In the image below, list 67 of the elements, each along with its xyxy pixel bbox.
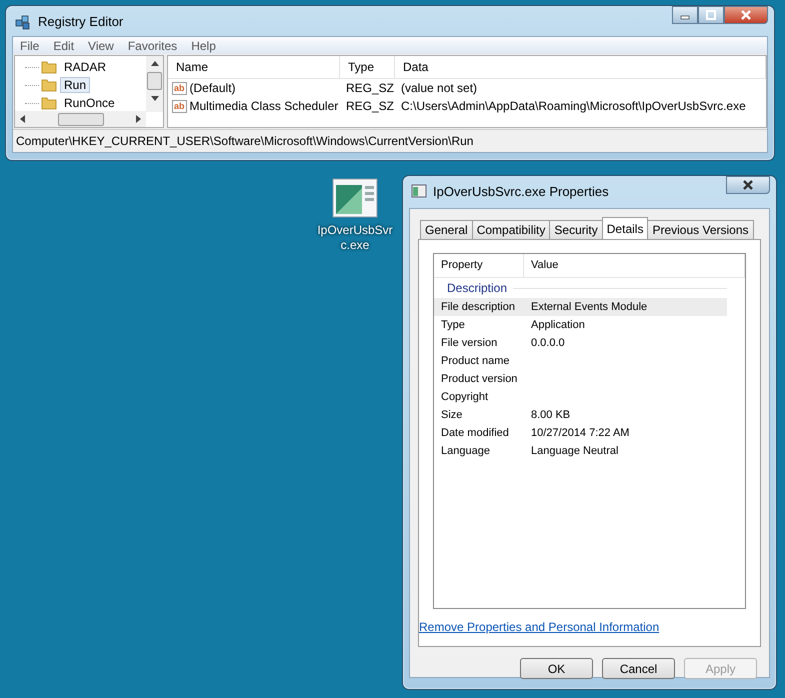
menu-item[interactable]: View xyxy=(81,38,121,52)
group-header: Description xyxy=(447,281,508,295)
tree-item[interactable]: Run xyxy=(60,77,90,93)
property-name: Type xyxy=(440,319,466,331)
table-cell-text: (value not set) xyxy=(400,81,478,95)
folder-icon xyxy=(41,60,57,74)
horizontal-scrollbar[interactable] xyxy=(15,111,146,127)
vertical-scrollbar[interactable] xyxy=(146,56,163,112)
column-header[interactable]: Value xyxy=(524,254,745,277)
application-window-icon[interactable] xyxy=(332,178,378,218)
string-value-icon: ab xyxy=(172,100,187,112)
window-title: Registry Editor xyxy=(38,14,124,28)
property-value: 0.0.0.0 xyxy=(530,337,565,349)
window-icon xyxy=(411,184,427,198)
menu-item[interactable]: Help xyxy=(184,38,223,52)
close-icon xyxy=(740,10,752,20)
property-value: External Events Module xyxy=(530,301,648,313)
window-title: IpOverUsbSvrc.exe Properties xyxy=(433,184,609,198)
table-cell-text: REG_SZ xyxy=(345,81,395,95)
desktop-icon-label[interactable]: IpOverUsbSvr c.exe xyxy=(317,223,393,253)
table-cell[interactable]: Multimedia Class Scheduler xyxy=(190,99,338,113)
string-value-icon: ab xyxy=(172,82,187,94)
table-cell-text: REG_SZ xyxy=(345,99,395,113)
property-name: Date modified xyxy=(440,427,510,439)
maximize-icon xyxy=(706,10,716,20)
menu-item[interactable]: File xyxy=(13,38,46,52)
property-value: 8.00 KB xyxy=(530,409,570,421)
left-arrow-icon xyxy=(19,115,25,123)
tab[interactable]: Compatibility xyxy=(472,220,550,239)
property-value: Application xyxy=(530,319,585,331)
property-value: Language Neutral xyxy=(530,445,618,457)
property-name: Product name xyxy=(440,355,510,367)
property-name: Size xyxy=(440,409,464,421)
column-header[interactable]: Type xyxy=(340,56,395,78)
tab[interactable]: Previous Versions xyxy=(647,220,754,239)
key-path: Computer\HKEY_CURRENT_USER\Software\Microsoft\Windows\CurrentVersion\Run xyxy=(16,134,474,148)
column-header[interactable]: Data xyxy=(395,56,766,78)
property-name: File description xyxy=(440,301,516,313)
property-name: Copyright xyxy=(440,391,490,403)
tab[interactable]: Details xyxy=(602,217,648,239)
property-name: File version xyxy=(440,337,498,349)
tree-item[interactable]: RADAR xyxy=(60,59,110,75)
close-button[interactable] xyxy=(724,6,768,24)
menu-item[interactable]: Favorites xyxy=(120,38,184,52)
down-arrow-icon xyxy=(150,96,158,102)
dialog-button[interactable]: OK xyxy=(520,658,593,679)
maximize-button[interactable] xyxy=(698,6,724,24)
close-icon xyxy=(742,180,754,190)
folder-icon xyxy=(41,78,57,92)
property-value: 10/27/2014 7:22 AM xyxy=(530,427,630,439)
minimize-button[interactable] xyxy=(672,6,698,24)
right-arrow-icon xyxy=(136,115,142,123)
tab[interactable]: Security xyxy=(549,220,603,239)
column-header[interactable]: Property xyxy=(434,254,524,277)
property-name: Language xyxy=(440,445,491,457)
up-arrow-icon xyxy=(150,60,158,66)
table-cell-text: C:\Users\Admin\AppData\Roaming\Microsoft\IpOverUsbSvrc.exe xyxy=(400,99,747,113)
property-name: Product version xyxy=(440,373,518,385)
column-header[interactable]: Name xyxy=(168,56,340,78)
close-button[interactable] xyxy=(726,176,770,194)
dialog-button[interactable]: Cancel xyxy=(602,658,675,679)
selected-row[interactable]: File description External Events Module xyxy=(434,298,727,316)
menu-item[interactable]: Edit xyxy=(46,38,82,52)
table-cell[interactable]: (Default) xyxy=(190,81,236,95)
tree-item[interactable]: RunOnce xyxy=(60,95,119,111)
remove-properties-link[interactable]: Remove Properties and Personal Information xyxy=(419,620,660,634)
tab[interactable]: General xyxy=(420,220,473,239)
